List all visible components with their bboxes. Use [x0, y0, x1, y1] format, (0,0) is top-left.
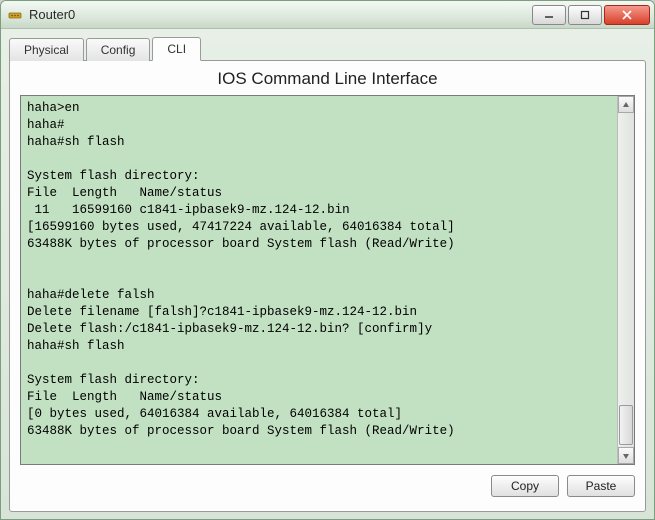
- terminal-scrollbar: [617, 96, 634, 464]
- tab-cli[interactable]: CLI: [152, 37, 201, 61]
- maximize-button[interactable]: [568, 5, 602, 25]
- panel-title: IOS Command Line Interface: [20, 69, 635, 89]
- scroll-track[interactable]: [618, 113, 634, 447]
- tab-config[interactable]: Config: [86, 38, 151, 61]
- cli-panel: IOS Command Line Interface haha>en haha#…: [9, 60, 646, 512]
- copy-button[interactable]: Copy: [491, 475, 559, 497]
- app-window: Router0 Physical Config CLI IOS Command …: [0, 0, 655, 520]
- tab-bar: Physical Config CLI: [9, 35, 646, 61]
- window-controls: [530, 5, 650, 25]
- client-area: Physical Config CLI IOS Command Line Int…: [1, 29, 654, 520]
- cli-terminal[interactable]: haha>en haha# haha#sh flash System flash…: [21, 96, 617, 464]
- scroll-up-button[interactable]: [618, 96, 634, 113]
- window-title: Router0: [29, 7, 530, 22]
- minimize-button[interactable]: [532, 5, 566, 25]
- scroll-thumb[interactable]: [619, 405, 633, 445]
- terminal-container: haha>en haha# haha#sh flash System flash…: [20, 95, 635, 465]
- paste-button[interactable]: Paste: [567, 475, 635, 497]
- tab-physical[interactable]: Physical: [9, 38, 84, 61]
- router-icon: [7, 7, 23, 23]
- close-button[interactable]: [604, 5, 650, 25]
- button-row: Copy Paste: [20, 475, 635, 497]
- titlebar[interactable]: Router0: [1, 1, 654, 29]
- scroll-down-button[interactable]: [618, 447, 634, 464]
